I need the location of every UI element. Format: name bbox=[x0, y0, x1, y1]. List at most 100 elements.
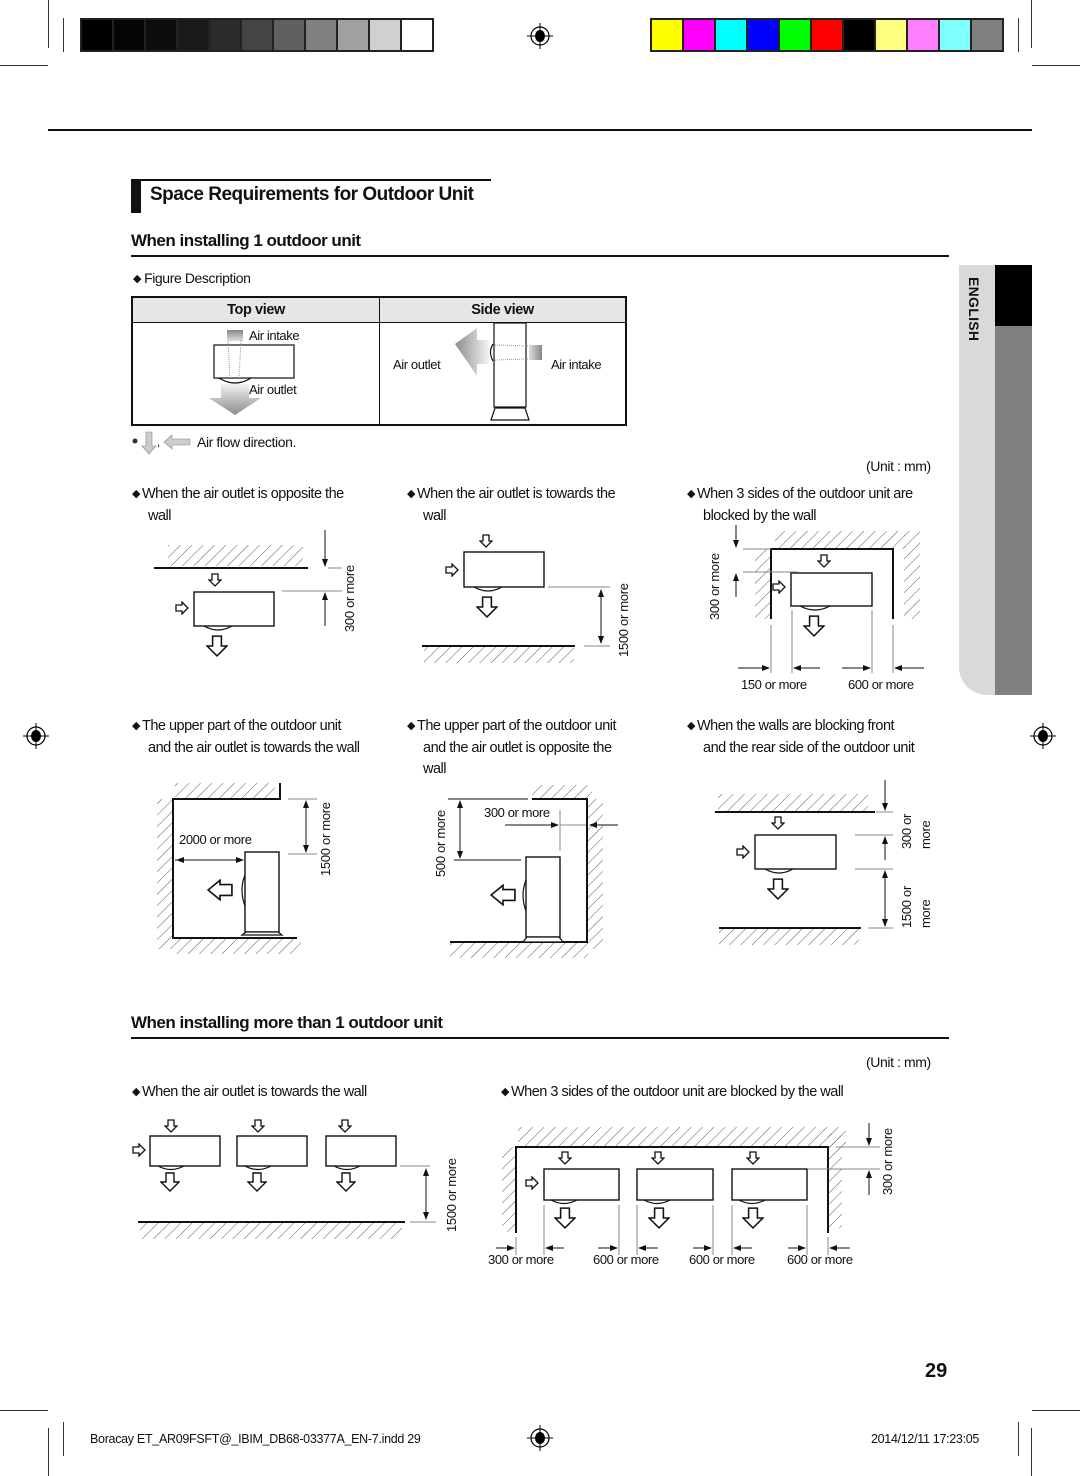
dimension-label: more bbox=[918, 820, 933, 849]
language-tab-label: ENGLISH bbox=[966, 277, 982, 342]
top-view-air-outlet-label: Air outlet bbox=[249, 382, 297, 397]
intake-arrow-icon bbox=[746, 1151, 760, 1165]
airflow-note: Air flow direction. bbox=[197, 434, 296, 450]
intake-arrow-icon bbox=[175, 601, 189, 615]
footer-file-info: Boracay ET_AR09FSFT@_IBIM_DB68-03377A_EN… bbox=[90, 1432, 421, 1446]
color-swatch bbox=[338, 20, 368, 50]
top-view-header: Top view bbox=[133, 298, 379, 323]
dimension-label: 300 or more bbox=[488, 1252, 554, 1267]
color-swatch bbox=[972, 20, 1002, 50]
dimension-label: 300 or more bbox=[880, 1128, 895, 1195]
outdoor-unit-group bbox=[525, 1151, 620, 1229]
outlet-arrow-icon bbox=[247, 1172, 267, 1192]
outlet-arrow-icon bbox=[490, 884, 516, 906]
outdoor-unit bbox=[543, 1168, 620, 1201]
single-unit-heading: When installing 1 outdoor unit bbox=[131, 231, 361, 250]
svg-text:,: , bbox=[157, 437, 160, 449]
color-swatch bbox=[748, 20, 778, 50]
dimension-label: 300 or more bbox=[484, 805, 550, 820]
outlet-arrow-icon bbox=[742, 1207, 764, 1229]
case-caption: When the air outlet is towards the wall bbox=[407, 484, 616, 527]
crop-mark bbox=[48, 0, 49, 48]
case-caption: When 3 sides of the outdoor unit are blo… bbox=[687, 484, 913, 527]
wall-line bbox=[450, 798, 588, 943]
outdoor-unit bbox=[754, 834, 837, 870]
color-swatch bbox=[370, 20, 400, 50]
intake-arrow-icon bbox=[772, 580, 786, 594]
dimension-label: 150 or more bbox=[741, 677, 807, 692]
intake-arrow-icon bbox=[132, 1143, 146, 1157]
language-tab-marker bbox=[995, 265, 1032, 326]
outdoor-unit bbox=[463, 551, 545, 588]
intake-arrow-icon bbox=[251, 1119, 265, 1133]
outdoor-unit bbox=[193, 591, 275, 627]
figure-description-label: Figure Description bbox=[133, 270, 251, 286]
diagram-upper-blocked-outlet-towards-wall bbox=[157, 783, 317, 954]
outlet-arrow-icon bbox=[206, 635, 228, 657]
crop-mark bbox=[1018, 18, 1019, 52]
outlet-arrow-icon bbox=[648, 1207, 670, 1229]
intake-arrow-icon bbox=[771, 816, 785, 830]
diagram-three-sides-blocked bbox=[733, 525, 924, 673]
outdoor-unit-group bbox=[132, 1119, 221, 1192]
outdoor-unit bbox=[636, 1168, 714, 1201]
dimension-label: 1500 or bbox=[899, 886, 914, 928]
intake-arrow-icon bbox=[208, 573, 222, 587]
color-swatch bbox=[876, 20, 906, 50]
diagram-outlet-towards-wall bbox=[422, 534, 610, 663]
diagram-front-rear-blocked bbox=[715, 780, 893, 945]
color-swatch bbox=[844, 20, 874, 50]
outdoor-unit bbox=[525, 856, 561, 938]
registration-mark-icon bbox=[527, 1425, 553, 1451]
color-swatch bbox=[274, 20, 304, 50]
case-caption: When the air outlet is towards the wall bbox=[132, 1082, 367, 1104]
crop-mark bbox=[1032, 1410, 1080, 1411]
color-swatch bbox=[242, 20, 272, 50]
dimension-label: 500 or more bbox=[433, 810, 448, 877]
single-unit-heading-rule bbox=[131, 255, 949, 257]
grayscale-color-bar bbox=[80, 18, 434, 52]
dimension-label: 600 or more bbox=[787, 1252, 853, 1267]
crop-mark bbox=[48, 1428, 49, 1476]
air-intake-arrow-icon bbox=[227, 330, 243, 341]
diagram-multi-three-sides-blocked bbox=[496, 1123, 880, 1255]
outdoor-unit-group bbox=[636, 1151, 714, 1229]
color-swatch bbox=[908, 20, 938, 50]
crop-mark bbox=[63, 18, 64, 52]
intake-arrow-icon bbox=[558, 1151, 572, 1165]
color-swatch bbox=[178, 20, 208, 50]
outlet-arrow-icon bbox=[554, 1207, 576, 1229]
dimension-label: 600 or more bbox=[689, 1252, 755, 1267]
side-air-outlet-arrow-icon bbox=[455, 328, 489, 376]
case-caption: When 3 sides of the outdoor unit are blo… bbox=[501, 1082, 844, 1104]
crop-mark bbox=[63, 1422, 64, 1456]
outlet-arrow-icon bbox=[767, 878, 789, 900]
dimension-label: more bbox=[918, 899, 933, 928]
color-swatch bbox=[146, 20, 176, 50]
section-title-marker bbox=[131, 180, 141, 213]
dimension-label: 600 or more bbox=[848, 677, 914, 692]
outdoor-unit-group bbox=[325, 1119, 397, 1192]
color-swatch bbox=[684, 20, 714, 50]
outlet-arrow-icon bbox=[476, 596, 498, 618]
footer-timestamp: 2014/12/11 17:23:05 bbox=[871, 1432, 980, 1446]
case-caption: The upper part of the outdoor unit and t… bbox=[132, 716, 360, 759]
outdoor-unit bbox=[325, 1135, 397, 1167]
multi-unit-heading: When installing more than 1 outdoor unit bbox=[131, 1013, 443, 1032]
intake-arrow-icon bbox=[338, 1119, 352, 1133]
case-caption: When the walls are blocking front and th… bbox=[687, 716, 915, 759]
outdoor-unit bbox=[149, 1135, 221, 1167]
outlet-arrow-icon bbox=[207, 879, 233, 901]
section-title-rule bbox=[131, 179, 491, 181]
outdoor-unit bbox=[236, 1135, 308, 1167]
outdoor-unit-group bbox=[236, 1119, 308, 1192]
dimension-label: 1500 or more bbox=[616, 583, 631, 657]
case-caption: When the air outlet is opposite the wall bbox=[132, 484, 344, 527]
side-air-intake-arrow-icon bbox=[529, 345, 542, 360]
intake-arrow-icon bbox=[164, 1119, 178, 1133]
dimension-label: 300 or more bbox=[707, 553, 722, 620]
color-swatch bbox=[780, 20, 810, 50]
unit-note: (Unit : mm) bbox=[866, 1054, 931, 1070]
color-calibration-bar bbox=[650, 18, 1004, 52]
color-swatch bbox=[210, 20, 240, 50]
